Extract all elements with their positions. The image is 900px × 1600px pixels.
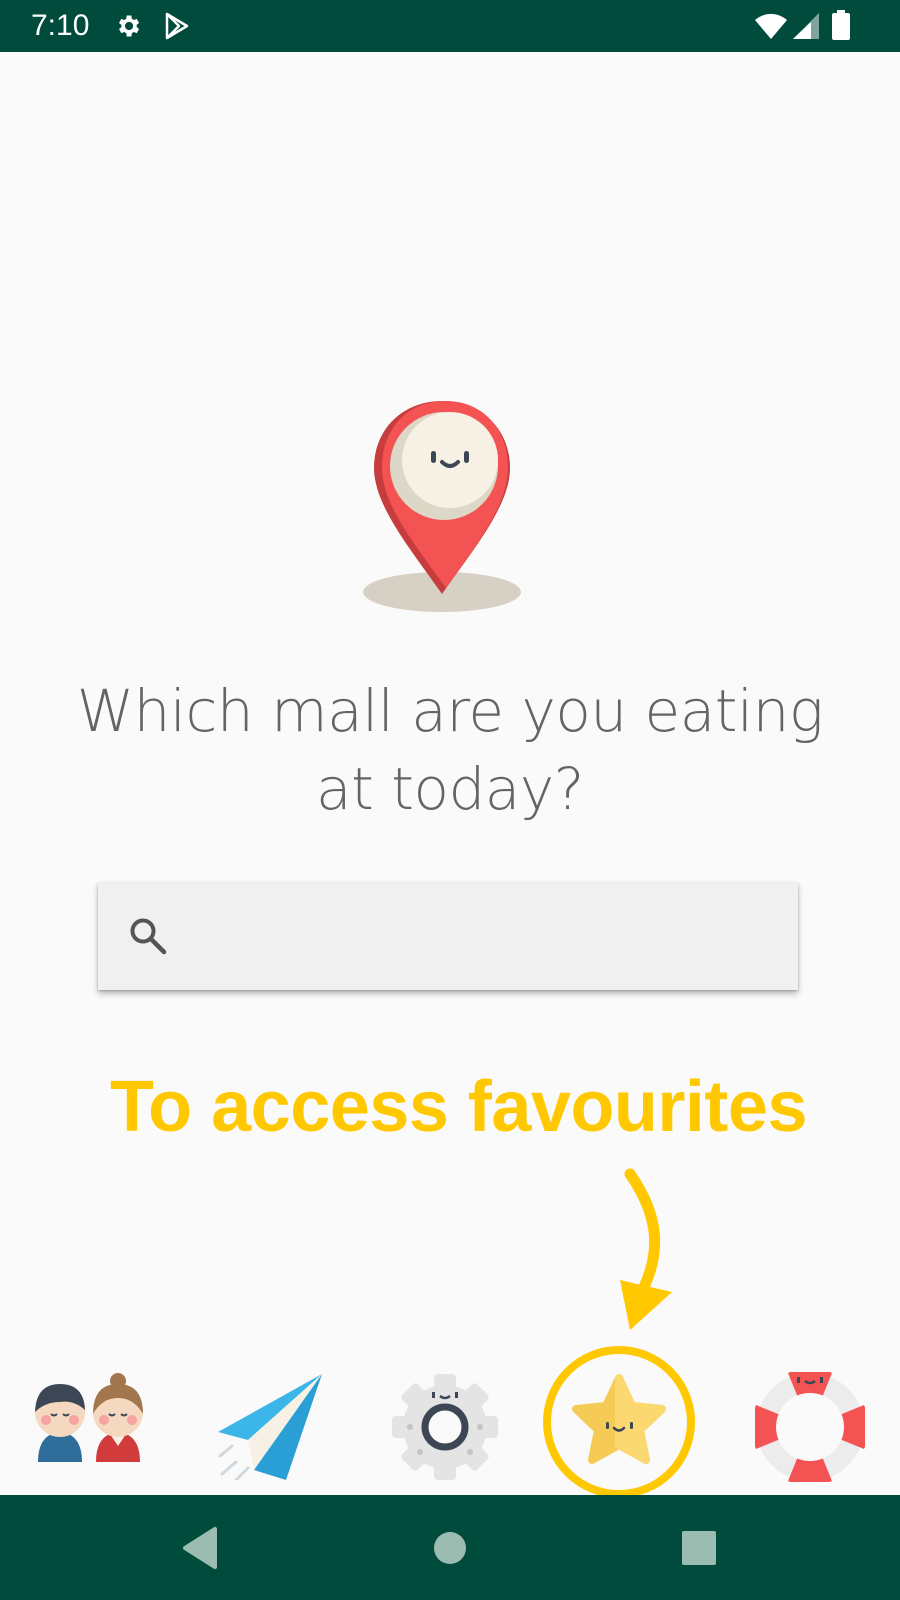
page-headline: Which mall are you eating at today? — [76, 677, 824, 823]
system-nav-bar — [0, 1495, 900, 1600]
recents-icon[interactable] — [674, 1523, 724, 1573]
wifi-icon — [755, 13, 787, 40]
home-icon[interactable] — [425, 1523, 475, 1573]
location-pin-icon — [363, 401, 521, 612]
nav-item-people[interactable] — [0, 1342, 170, 1492]
nav-item-send[interactable] — [200, 1342, 370, 1492]
nav-item-favourites[interactable] — [540, 1342, 710, 1498]
signal-icon — [793, 13, 819, 39]
play-store-icon — [165, 12, 189, 40]
hint-arrow-icon — [620, 1168, 672, 1330]
battery-icon — [832, 10, 850, 40]
bottom-nav — [0, 1342, 900, 1498]
gear-icon — [392, 1374, 498, 1480]
nav-item-settings[interactable] — [365, 1342, 535, 1492]
search-input[interactable] — [190, 882, 784, 992]
lifebuoy-icon — [755, 1372, 865, 1482]
people-icon — [35, 1373, 143, 1462]
main-content: Which mall are you eating at today? To a… — [0, 52, 900, 1498]
status-time: 7:10 — [31, 9, 90, 42]
settings-icon — [119, 15, 140, 37]
search-bar[interactable] — [98, 882, 798, 992]
nav-item-help[interactable] — [730, 1342, 900, 1492]
back-icon[interactable] — [175, 1523, 225, 1573]
status-bar: 7:10 — [0, 0, 900, 52]
search-icon[interactable] — [128, 916, 168, 956]
favourites-hint-text: To access favourites — [110, 1067, 808, 1147]
star-icon — [543, 1346, 695, 1498]
paper-plane-icon — [218, 1374, 322, 1480]
